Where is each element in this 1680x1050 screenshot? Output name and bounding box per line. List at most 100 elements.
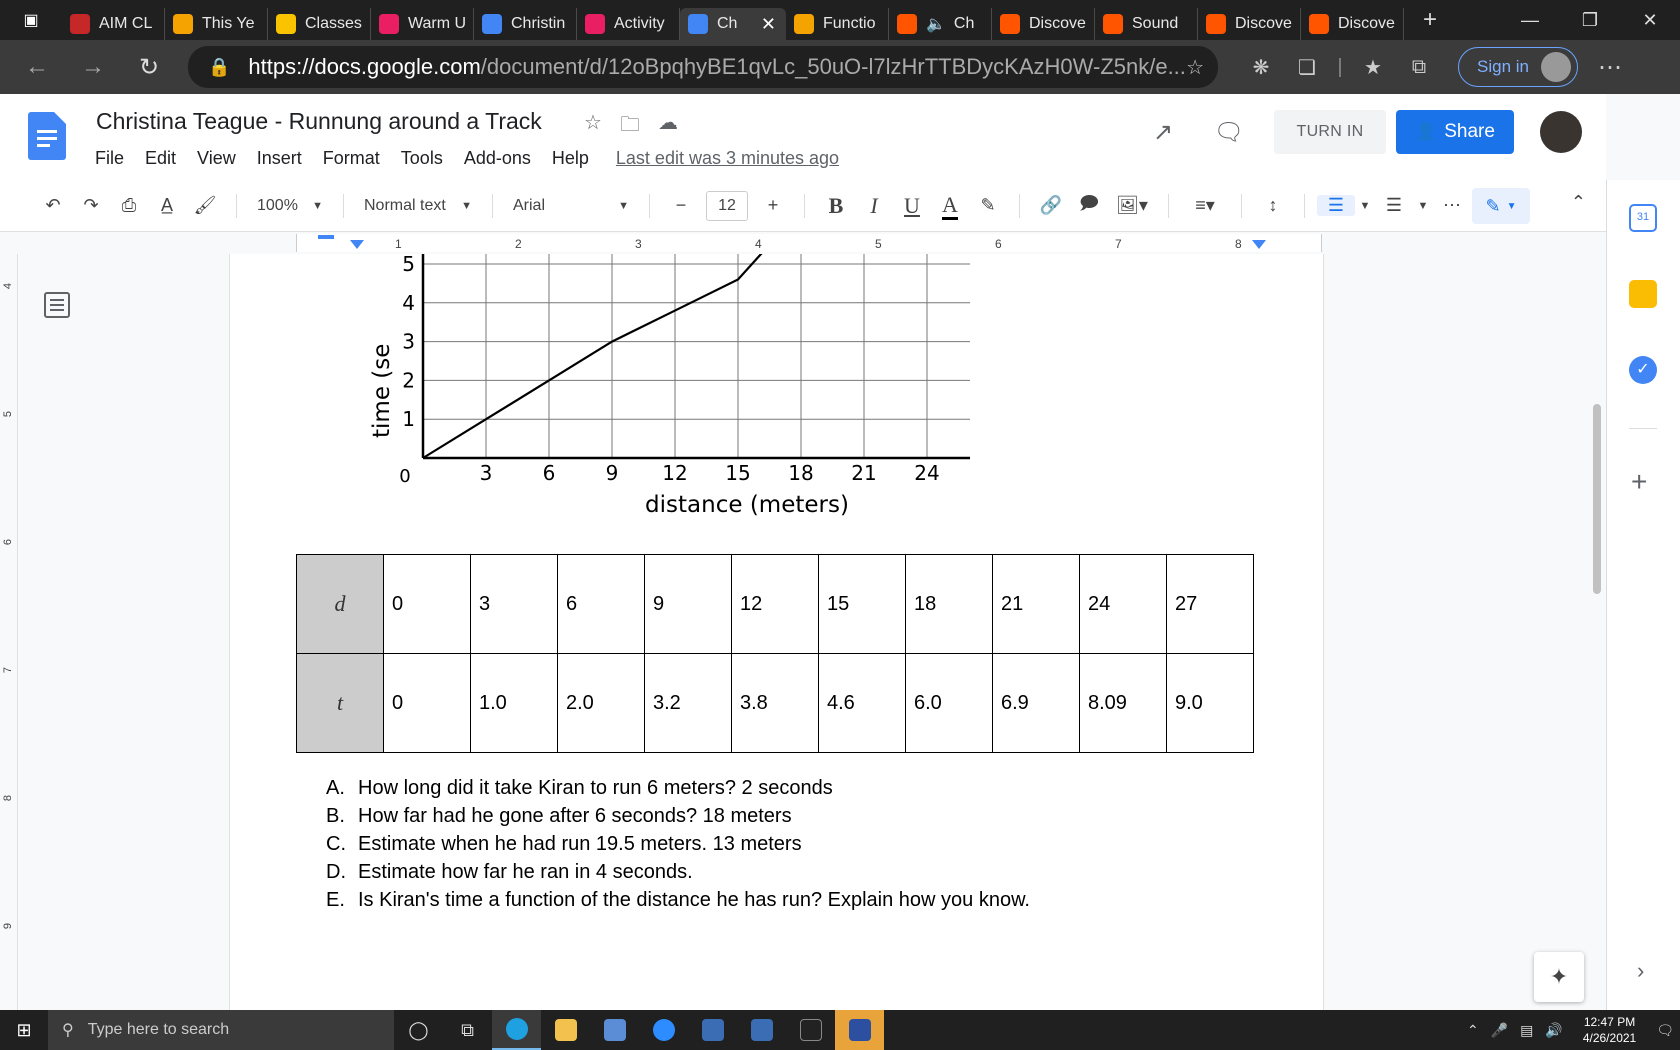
sign-in-button[interactable]: Sign in: [1458, 47, 1578, 87]
table-cell[interactable]: 0: [383, 653, 471, 753]
numbered-list-icon[interactable]: ☰: [1317, 195, 1355, 216]
extension-2-icon[interactable]: ❏: [1284, 55, 1330, 80]
list-item[interactable]: B. How far had he gone after 6 seconds? 1…: [326, 802, 1030, 830]
font-size-input[interactable]: 12: [706, 190, 748, 221]
table-cell[interactable]: 8.09: [1079, 653, 1167, 753]
undo-icon[interactable]: ↶: [34, 195, 72, 216]
show-side-panel-icon[interactable]: ›: [1637, 958, 1644, 984]
table-cell[interactable]: 12: [731, 554, 819, 654]
tab-close-icon[interactable]: ✕: [761, 14, 776, 35]
zoom-select[interactable]: 100% ▼: [249, 197, 331, 215]
explore-button[interactable]: ✦: [1534, 952, 1584, 1002]
close-window-button[interactable]: ✕: [1620, 10, 1680, 31]
print-icon[interactable]: ⎙: [110, 195, 148, 216]
clock[interactable]: 12:47 PM 4/26/2021: [1583, 1014, 1636, 1046]
menu-edit[interactable]: Edit: [145, 148, 176, 169]
text-color-icon[interactable]: A: [931, 192, 969, 220]
insert-comment-icon[interactable]: 🗩: [1070, 191, 1108, 221]
numbered-list-caret-icon[interactable]: ▼: [1355, 200, 1375, 212]
vertical-scrollbar[interactable]: [1586, 254, 1606, 1010]
browser-menu-icon[interactable]: ⋯: [1598, 53, 1622, 82]
insert-link-icon[interactable]: 🔗: [1032, 195, 1070, 216]
more-options-icon[interactable]: ⋯: [1433, 195, 1471, 216]
forward-button[interactable]: →: [74, 48, 112, 86]
highlight-color-icon[interactable]: ✎: [969, 195, 1007, 216]
list-item[interactable]: E. Is Kiran's time a function of the dist…: [326, 886, 1030, 914]
italic-icon[interactable]: I: [855, 193, 893, 219]
insert-image-icon[interactable]: 🖼▾: [1108, 195, 1156, 216]
reload-button[interactable]: ↻: [130, 48, 168, 86]
line-spacing-icon[interactable]: ↕: [1254, 195, 1292, 216]
font-select[interactable]: Arial ▼: [505, 197, 637, 215]
underline-icon[interactable]: U: [893, 193, 931, 219]
comment-history-icon[interactable]: 🗨: [1196, 118, 1262, 147]
pinned-app-icon[interactable]: [835, 1010, 884, 1050]
browser-tab[interactable]: Discove: [1198, 8, 1301, 40]
browser-tab[interactable]: 🔈 Ch: [889, 8, 992, 40]
back-button[interactable]: ←: [18, 48, 56, 86]
table-cell[interactable]: 0: [383, 554, 471, 654]
activity-trend-icon[interactable]: ↗: [1130, 118, 1196, 147]
browser-tab[interactable]: Sound: [1095, 8, 1198, 40]
table-cell[interactable]: 21: [992, 554, 1080, 654]
table-cell[interactable]: 6: [557, 554, 645, 654]
extension-icon[interactable]: ❋: [1238, 55, 1284, 80]
menu-format[interactable]: Format: [323, 148, 380, 169]
bulleted-list-icon[interactable]: ☰: [1375, 195, 1413, 216]
browser-tab[interactable]: AIM CL: [62, 8, 165, 40]
windows-start-icon[interactable]: ⊞: [0, 1020, 48, 1041]
editing-mode-button[interactable]: ✎ ▼: [1472, 188, 1530, 224]
menu-help[interactable]: Help: [552, 148, 589, 169]
table-cell[interactable]: 3: [470, 554, 558, 654]
bulleted-list-caret-icon[interactable]: ▼: [1413, 200, 1433, 212]
game-app-2-icon[interactable]: [737, 1010, 786, 1050]
tab-actions-menu-icon[interactable]: ▣: [0, 0, 62, 40]
share-button[interactable]: 👤 Share: [1396, 110, 1514, 154]
table-cell[interactable]: 18: [905, 554, 993, 654]
game-app-3-icon[interactable]: [786, 1010, 835, 1050]
collections-icon[interactable]: ⧉: [1396, 56, 1442, 79]
browser-tab[interactable]: Discove: [1301, 8, 1404, 40]
favorites-icon[interactable]: ★: [1350, 55, 1396, 80]
increase-font-size-button[interactable]: +: [754, 195, 792, 216]
spellcheck-icon[interactable]: A̲: [148, 195, 186, 216]
table-cell[interactable]: 1.0: [470, 653, 558, 753]
list-item[interactable]: A. How long did it take Kiran to run 6 me…: [326, 774, 1030, 802]
table-cell[interactable]: 9.0: [1166, 653, 1254, 753]
table-cell[interactable]: 6.0: [905, 653, 993, 753]
browser-tab[interactable]: Christin: [474, 8, 577, 40]
taskbar-search[interactable]: ⚲ Type here to search: [48, 1010, 394, 1050]
restore-button[interactable]: ❐: [1560, 10, 1620, 31]
star-icon[interactable]: ☆: [584, 110, 602, 144]
menu-addons[interactable]: Add-ons: [464, 148, 531, 169]
table-cell[interactable]: 27: [1166, 554, 1254, 654]
turn-in-button[interactable]: TURN IN: [1274, 110, 1386, 154]
minimize-button[interactable]: —: [1500, 10, 1560, 31]
new-tab-button[interactable]: +: [1408, 6, 1452, 34]
docs-logo-icon[interactable]: [28, 112, 66, 160]
scrollbar-thumb[interactable]: [1593, 404, 1601, 594]
game-app-icon[interactable]: [688, 1010, 737, 1050]
table-cell[interactable]: 3.2: [644, 653, 732, 753]
left-indent-marker[interactable]: [350, 240, 364, 249]
browser-tab[interactable]: Ch ✕: [680, 8, 786, 40]
table-cell[interactable]: 3.8: [731, 653, 819, 753]
add-favorite-icon[interactable]: ☆: [1186, 55, 1204, 80]
tab-audio-icon[interactable]: 🔈: [926, 14, 946, 34]
cloud-saved-icon[interactable]: ☁: [658, 110, 678, 144]
document-title[interactable]: Christina Teague - Runnung around a Trac…: [96, 108, 542, 135]
move-folder-icon[interactable]: 🗀: [620, 110, 640, 144]
list-item[interactable]: D. Estimate how far he ran in 4 seconds.: [326, 858, 1030, 886]
browser-tab[interactable]: Activity: [577, 8, 680, 40]
right-indent-marker[interactable]: [1252, 240, 1266, 249]
table-cell[interactable]: 24: [1079, 554, 1167, 654]
decrease-font-size-button[interactable]: −: [662, 195, 700, 216]
get-addons-icon[interactable]: +: [1631, 466, 1647, 498]
menu-file[interactable]: File: [95, 148, 124, 169]
paragraph-style-select[interactable]: Normal text ▼: [356, 197, 480, 215]
cortana-icon[interactable]: ◯: [394, 1010, 443, 1050]
redo-icon[interactable]: ↷: [72, 195, 110, 216]
align-left-icon[interactable]: ≡▾: [1181, 195, 1229, 216]
microphone-icon[interactable]: 🎤: [1491, 1022, 1508, 1039]
file-explorer-icon[interactable]: [541, 1010, 590, 1050]
